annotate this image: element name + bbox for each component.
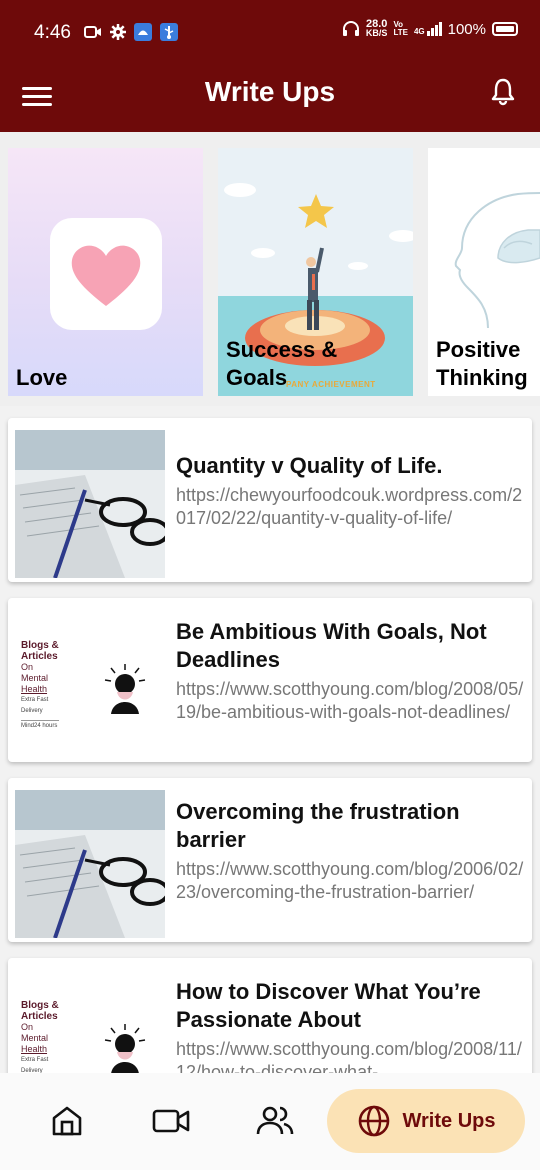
post-card[interactable]: Blogs & Articles On Mental Health Extra …	[8, 958, 532, 1073]
page-title: Write Ups	[204, 76, 336, 107]
post-title[interactable]: Quantity v Quality of Life.	[176, 452, 522, 480]
bell-icon[interactable]	[488, 76, 518, 106]
nav-people[interactable]	[250, 1089, 300, 1153]
meditation-figure-icon	[104, 1024, 146, 1073]
meditation-figure-icon	[104, 664, 146, 714]
post-card[interactable]: Overcoming the frustration barrier https…	[8, 778, 532, 942]
settings-notification-icon	[110, 24, 126, 40]
post-url[interactable]: https://www.scotthyoung.com/blog/2008/05…	[176, 678, 528, 724]
post-card[interactable]: Blogs & Articles On Mental Health Extra …	[8, 598, 532, 762]
globe-icon	[358, 1105, 389, 1137]
battery-icon	[492, 22, 518, 36]
category-label: Positive Thinking	[436, 337, 528, 390]
post-thumbnail-blog: Blogs & Articles On Mental Health Extra …	[15, 610, 165, 758]
status-notification-icons	[84, 23, 178, 41]
post-thumbnail-blog: Blogs & Articles On Mental Health Extra …	[15, 970, 165, 1073]
category-carousel[interactable]: Love PANY ACHIEVEMENT Success & Goals Po…	[0, 132, 540, 406]
nav-write-ups[interactable]: Write Ups	[327, 1089, 525, 1153]
post-title[interactable]: Be Ambitious With Goals, Not Deadlines	[176, 618, 522, 674]
post-url[interactable]: https://www.scotthyoung.com/blog/2006/02…	[176, 858, 528, 904]
post-title[interactable]: Overcoming the frustration barrier	[176, 798, 522, 854]
video-camera-icon	[152, 1109, 190, 1133]
post-url[interactable]: https://chewyourfoodcouk.wordpress.com/2…	[176, 484, 528, 530]
status-system-icons: 28.0 KB/S Vo LTE 4G 100%	[342, 18, 518, 38]
video-call-notification-icon	[84, 26, 101, 38]
category-card-love[interactable]: Love	[8, 148, 203, 396]
nav-home[interactable]	[42, 1089, 92, 1153]
post-title[interactable]: How to Discover What You’re Passionate A…	[176, 978, 522, 1034]
people-icon	[256, 1106, 294, 1135]
post-card[interactable]: Quantity v Quality of Life. https://chew…	[8, 418, 532, 582]
usb-debug-icon	[160, 23, 178, 41]
android-studio-icon	[134, 23, 152, 41]
post-url[interactable]: https://www.scotthyoung.com/blog/2008/11…	[176, 1038, 528, 1073]
volte-indicator: Vo LTE	[393, 20, 408, 37]
post-feed[interactable]: Quantity v Quality of Life. https://chew…	[0, 406, 540, 1073]
home-icon	[52, 1106, 82, 1136]
category-card-success-goals[interactable]: PANY ACHIEVEMENT Success & Goals	[218, 148, 413, 396]
category-card-positive-thinking[interactable]: Positive Thinking	[428, 148, 540, 396]
app-bar: Write Ups	[0, 64, 540, 132]
nav-video[interactable]	[146, 1089, 196, 1153]
signal-strength-icon: 4G	[414, 22, 442, 36]
status-bar: 4:46 28.0 KB/S Vo LTE 4G 100%	[0, 0, 540, 64]
category-label: Success & Goals	[226, 337, 338, 390]
post-thumbnail-laptop	[15, 430, 165, 578]
network-speed: 28.0 KB/S	[365, 18, 388, 38]
battery-percent: 100%	[447, 20, 486, 38]
bottom-nav: Write Ups	[0, 1073, 540, 1170]
status-time: 4:46	[34, 22, 71, 43]
nav-write-ups-label: Write Ups	[402, 1109, 496, 1132]
heart-app-icon	[50, 218, 162, 330]
headset-icon	[342, 21, 359, 36]
category-label: Love	[16, 365, 68, 390]
post-thumbnail-laptop	[15, 790, 165, 938]
